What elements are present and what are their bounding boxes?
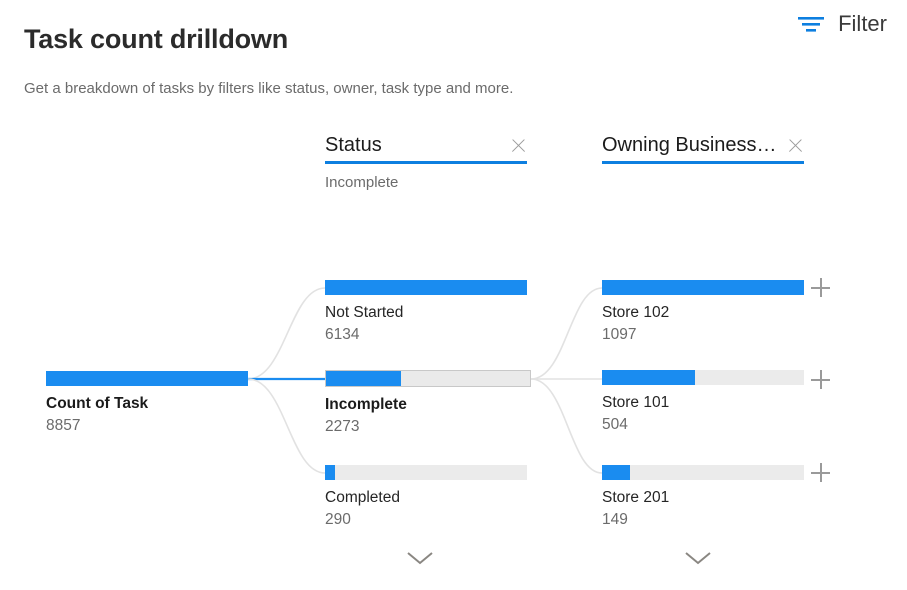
node-completed[interactable]: Completed 290 (325, 465, 527, 530)
node-bar-track (602, 465, 804, 480)
node-value: 6134 (325, 326, 360, 343)
page-title: Task count drilldown (24, 24, 289, 54)
filter-button[interactable]: Filter (790, 8, 893, 40)
node-count-of-task[interactable]: Count of Task 8857 (46, 371, 248, 436)
plus-icon-store-101[interactable] (811, 370, 830, 389)
node-incomplete[interactable]: Incomplete 2273 (325, 370, 531, 437)
node-bar-fill (46, 371, 248, 386)
node-bar-track (602, 280, 804, 295)
chevron-down-icon-status[interactable] (403, 548, 437, 568)
plus-icon-store-201[interactable] (811, 463, 830, 482)
plus-icon-store-102[interactable] (811, 278, 830, 297)
node-bar-track (46, 371, 248, 386)
node-value: 149 (602, 511, 628, 528)
column-header-status: Status Incomplete (325, 131, 527, 191)
node-store-201[interactable]: Store 201 149 (602, 465, 804, 530)
node-store-101[interactable]: Store 101 504 (602, 370, 804, 435)
column-title: Status (325, 134, 382, 156)
node-value: 290 (325, 511, 351, 528)
node-bar-fill (602, 280, 804, 295)
node-bar-fill (602, 370, 695, 385)
node-label: Completed (325, 489, 400, 506)
node-value: 8857 (46, 417, 81, 434)
column-underline (602, 161, 804, 164)
node-store-102[interactable]: Store 102 1097 (602, 280, 804, 345)
node-bar-fill (325, 465, 336, 480)
node-label: Store 101 (602, 394, 670, 411)
node-bar-fill (602, 465, 631, 480)
node-bar-fill (326, 371, 402, 386)
node-bar-fill (325, 280, 527, 295)
node-label: Count of Task (46, 395, 149, 412)
node-label: Store 102 (602, 304, 670, 321)
column-title: Owning Business… (602, 134, 777, 156)
filter-funnel-icon (796, 12, 826, 36)
close-x-icon[interactable] (787, 137, 804, 154)
node-value: 504 (602, 416, 628, 433)
node-label: Incomplete (325, 396, 407, 413)
node-bar-track (325, 370, 531, 387)
node-bar-track (325, 465, 527, 480)
node-not-started[interactable]: Not Started 6134 (325, 280, 527, 345)
column-header-owning-business: Owning Business… (602, 131, 804, 174)
node-label: Not Started (325, 304, 404, 321)
column-selected-value: Incomplete (325, 173, 399, 191)
node-bar-track (325, 280, 527, 295)
page-subtitle: Get a breakdown of tasks by filters like… (24, 80, 514, 97)
close-x-icon[interactable] (510, 137, 527, 154)
node-label: Store 201 (602, 489, 670, 506)
node-value: 2273 (325, 418, 360, 435)
column-underline (325, 161, 527, 164)
chevron-down-icon-owning-business[interactable] (681, 548, 715, 568)
filter-label: Filter (838, 11, 887, 36)
node-value: 1097 (602, 326, 637, 343)
node-bar-track (602, 370, 804, 385)
